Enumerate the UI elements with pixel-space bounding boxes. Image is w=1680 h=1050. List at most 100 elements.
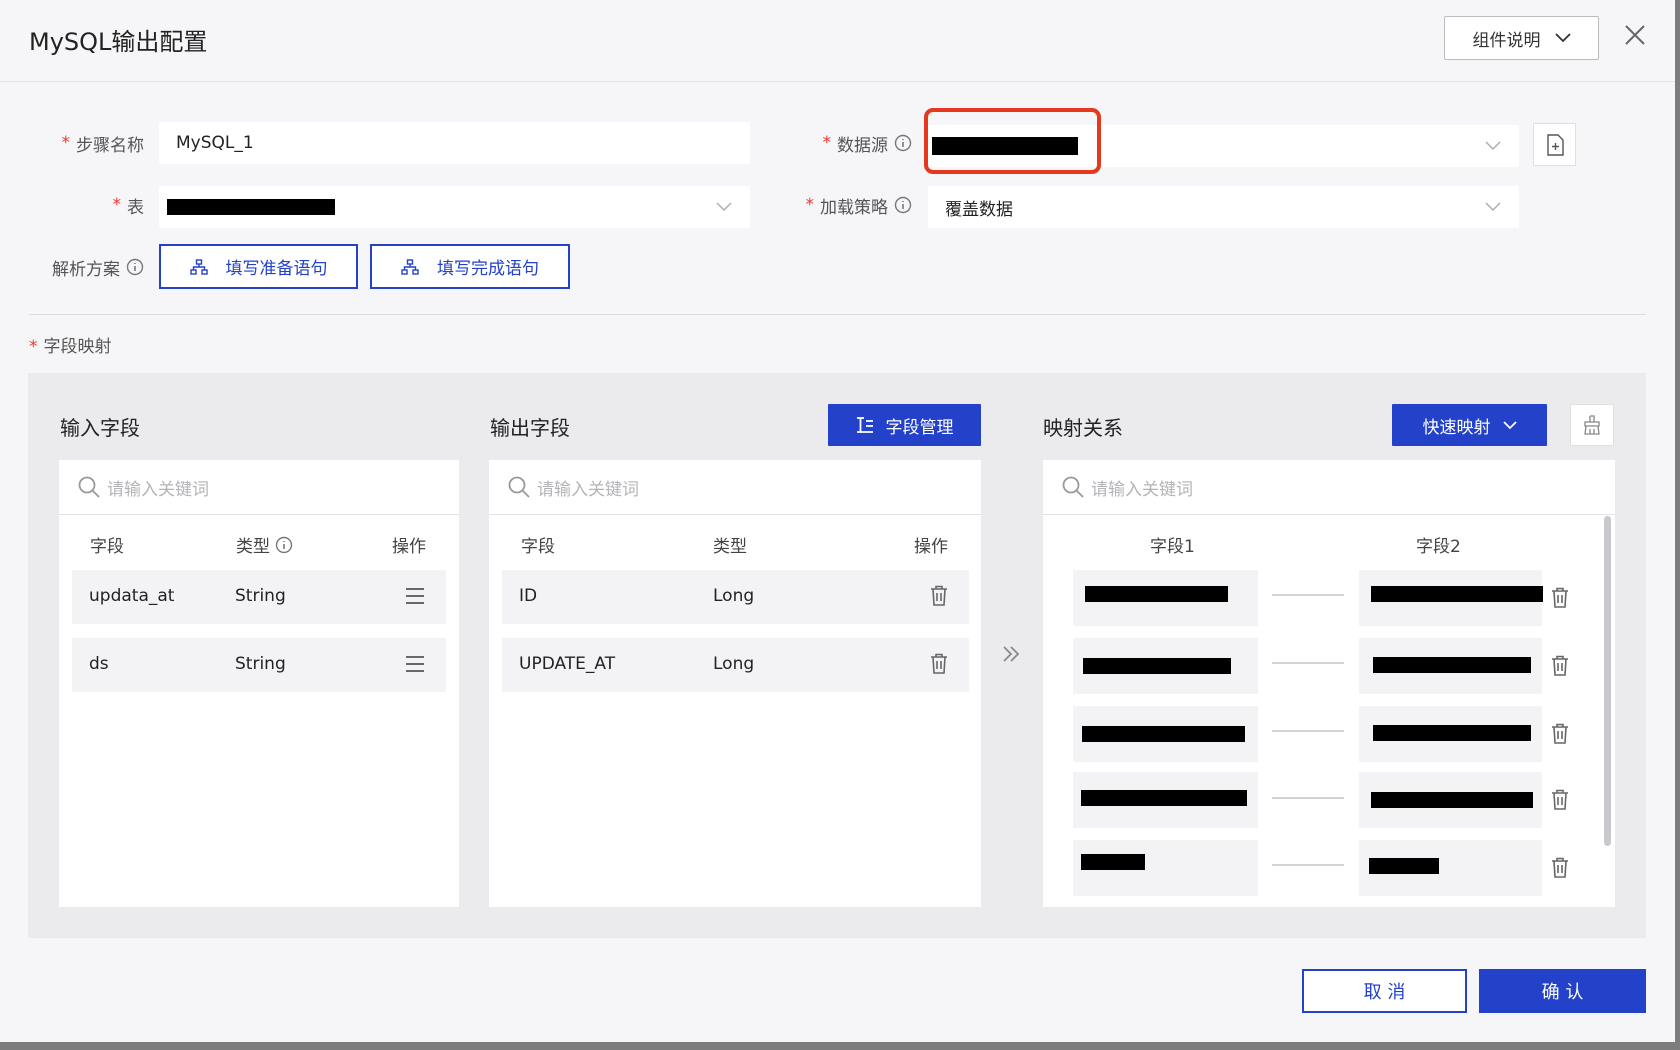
column-header-action: 操作 xyxy=(914,537,948,557)
mysql-output-dialog: MySQL输出配置 组件说明 * 步骤名称 MySQL_1 * 数据源 * 表 * 加载… xyxy=(0,0,1675,1042)
clear-mapping-button[interactable] xyxy=(1570,404,1614,446)
chevron-down-icon xyxy=(1485,141,1501,150)
column-header-field2: 字段2 xyxy=(1416,537,1461,557)
dialog-title: MySQL输出配置 xyxy=(29,28,208,56)
redacted-value xyxy=(1371,792,1533,808)
component-help-label: 组件说明 xyxy=(1472,30,1541,51)
component-help-button[interactable]: 组件说明 xyxy=(1444,16,1599,60)
load-strategy-label: * 加载策略 xyxy=(780,183,912,227)
chevron-down-icon xyxy=(1485,202,1501,211)
redacted-value xyxy=(1081,790,1247,806)
close-icon[interactable] xyxy=(1620,18,1650,52)
info-icon xyxy=(894,196,912,214)
input-fields-panel: 请输入关键词 字段 类型 操作 updata_at String ds Stri… xyxy=(59,460,459,907)
mapping-source-field[interactable] xyxy=(1073,570,1258,626)
menu-icon[interactable] xyxy=(405,586,425,606)
table-row[interactable]: ds String xyxy=(72,638,446,692)
required-star: * xyxy=(112,195,122,215)
info-icon xyxy=(126,258,144,276)
required-star: * xyxy=(61,133,71,153)
cancel-button[interactable]: 取 消 xyxy=(1302,969,1467,1013)
mapping-arrow xyxy=(1272,797,1344,799)
mapping-arrow xyxy=(1272,662,1344,664)
output-fields-title: 输出字段 xyxy=(490,416,570,440)
field-name: ID xyxy=(519,586,538,606)
column-header-action: 操作 xyxy=(392,537,426,557)
trash-icon[interactable] xyxy=(930,653,948,674)
redacted-table xyxy=(167,199,335,215)
mapping-target-field[interactable] xyxy=(1359,570,1543,626)
search-icon xyxy=(1062,476,1084,498)
mapping-arrow xyxy=(1272,864,1344,866)
add-datasource-button[interactable] xyxy=(1533,123,1576,166)
mapping-arrow xyxy=(1272,594,1344,596)
field-type: String xyxy=(235,654,286,674)
mapping-target-field[interactable] xyxy=(1359,772,1542,828)
table-label: * 表 xyxy=(112,195,145,218)
column-header-type: 类型 xyxy=(713,537,747,557)
parse-scheme-label: 解析方案 xyxy=(40,245,144,289)
prepare-statement-button[interactable]: 填写准备语句 xyxy=(159,244,358,289)
output-fields-panel: 请输入关键词 字段 类型 操作 ID Long UPDATE_AT Long xyxy=(489,460,981,907)
redacted-value xyxy=(1371,586,1543,602)
required-star: * xyxy=(822,133,832,153)
redacted-value xyxy=(1373,725,1531,741)
trash-icon[interactable] xyxy=(1551,789,1569,810)
redacted-value xyxy=(1083,658,1231,674)
table-select[interactable] xyxy=(159,186,750,228)
field-name: ds xyxy=(89,654,109,674)
field-type: Long xyxy=(713,586,755,606)
mapping-source-field[interactable] xyxy=(1073,638,1258,694)
input-search-input[interactable]: 请输入关键词 xyxy=(59,460,459,515)
field-management-button[interactable]: 字段管理 xyxy=(828,404,981,446)
mapping-target-field[interactable] xyxy=(1359,840,1542,896)
confirm-button[interactable]: 确 认 xyxy=(1479,969,1646,1013)
mapping-arrow xyxy=(1272,730,1344,732)
step-name-input[interactable]: MySQL_1 xyxy=(159,122,750,164)
step-name-label: * 步骤名称 xyxy=(61,133,145,156)
table-row[interactable]: ID Long xyxy=(502,570,969,624)
chevron-down-icon xyxy=(1554,33,1571,43)
mapping-target-field[interactable] xyxy=(1359,638,1542,694)
datasource-label: * 数据源 xyxy=(800,121,912,165)
complete-statement-button[interactable]: 填写完成语句 xyxy=(370,244,570,289)
redacted-value xyxy=(1085,586,1228,602)
column-header-field: 字段 xyxy=(521,537,555,557)
relation-search-input[interactable]: 请输入关键词 xyxy=(1043,460,1615,515)
info-icon xyxy=(894,134,912,152)
field-name: UPDATE_AT xyxy=(519,654,616,674)
broom-icon xyxy=(1584,415,1600,435)
mapping-source-field[interactable] xyxy=(1073,840,1258,896)
redacted-value xyxy=(1373,657,1531,673)
info-icon xyxy=(275,536,293,553)
add-file-icon xyxy=(1546,133,1564,156)
menu-icon[interactable] xyxy=(405,654,425,674)
search-icon xyxy=(78,476,100,498)
double-chevron-right-icon[interactable] xyxy=(1001,644,1021,664)
column-header-field1: 字段1 xyxy=(1150,537,1195,557)
trash-icon[interactable] xyxy=(1551,857,1569,878)
table-row[interactable]: UPDATE_AT Long xyxy=(502,638,969,692)
dialog-header: MySQL输出配置 组件说明 xyxy=(0,0,1675,82)
field-type: Long xyxy=(713,654,755,674)
trash-icon[interactable] xyxy=(1551,723,1569,744)
mapping-relation-title: 映射关系 xyxy=(1043,416,1123,440)
required-star: * xyxy=(805,195,815,215)
load-strategy-select[interactable]: 覆盖数据 xyxy=(928,186,1519,228)
required-star: * xyxy=(29,337,38,357)
field-type: String xyxy=(235,586,286,606)
output-search-input[interactable]: 请输入关键词 xyxy=(489,460,981,515)
field-list-icon xyxy=(856,417,873,433)
section-divider xyxy=(29,314,1646,315)
mapping-target-field[interactable] xyxy=(1359,706,1542,762)
redacted-value xyxy=(1081,854,1145,870)
scrollbar[interactable] xyxy=(1604,516,1611,846)
mapping-source-field[interactable] xyxy=(1073,772,1258,828)
table-row[interactable]: updata_at String xyxy=(72,570,446,624)
trash-icon[interactable] xyxy=(1551,587,1569,608)
quick-mapping-button[interactable]: 快速映射 xyxy=(1392,404,1547,446)
trash-icon[interactable] xyxy=(1551,655,1569,676)
mapping-source-field[interactable] xyxy=(1073,706,1258,762)
trash-icon[interactable] xyxy=(930,585,948,606)
search-icon xyxy=(508,476,530,498)
